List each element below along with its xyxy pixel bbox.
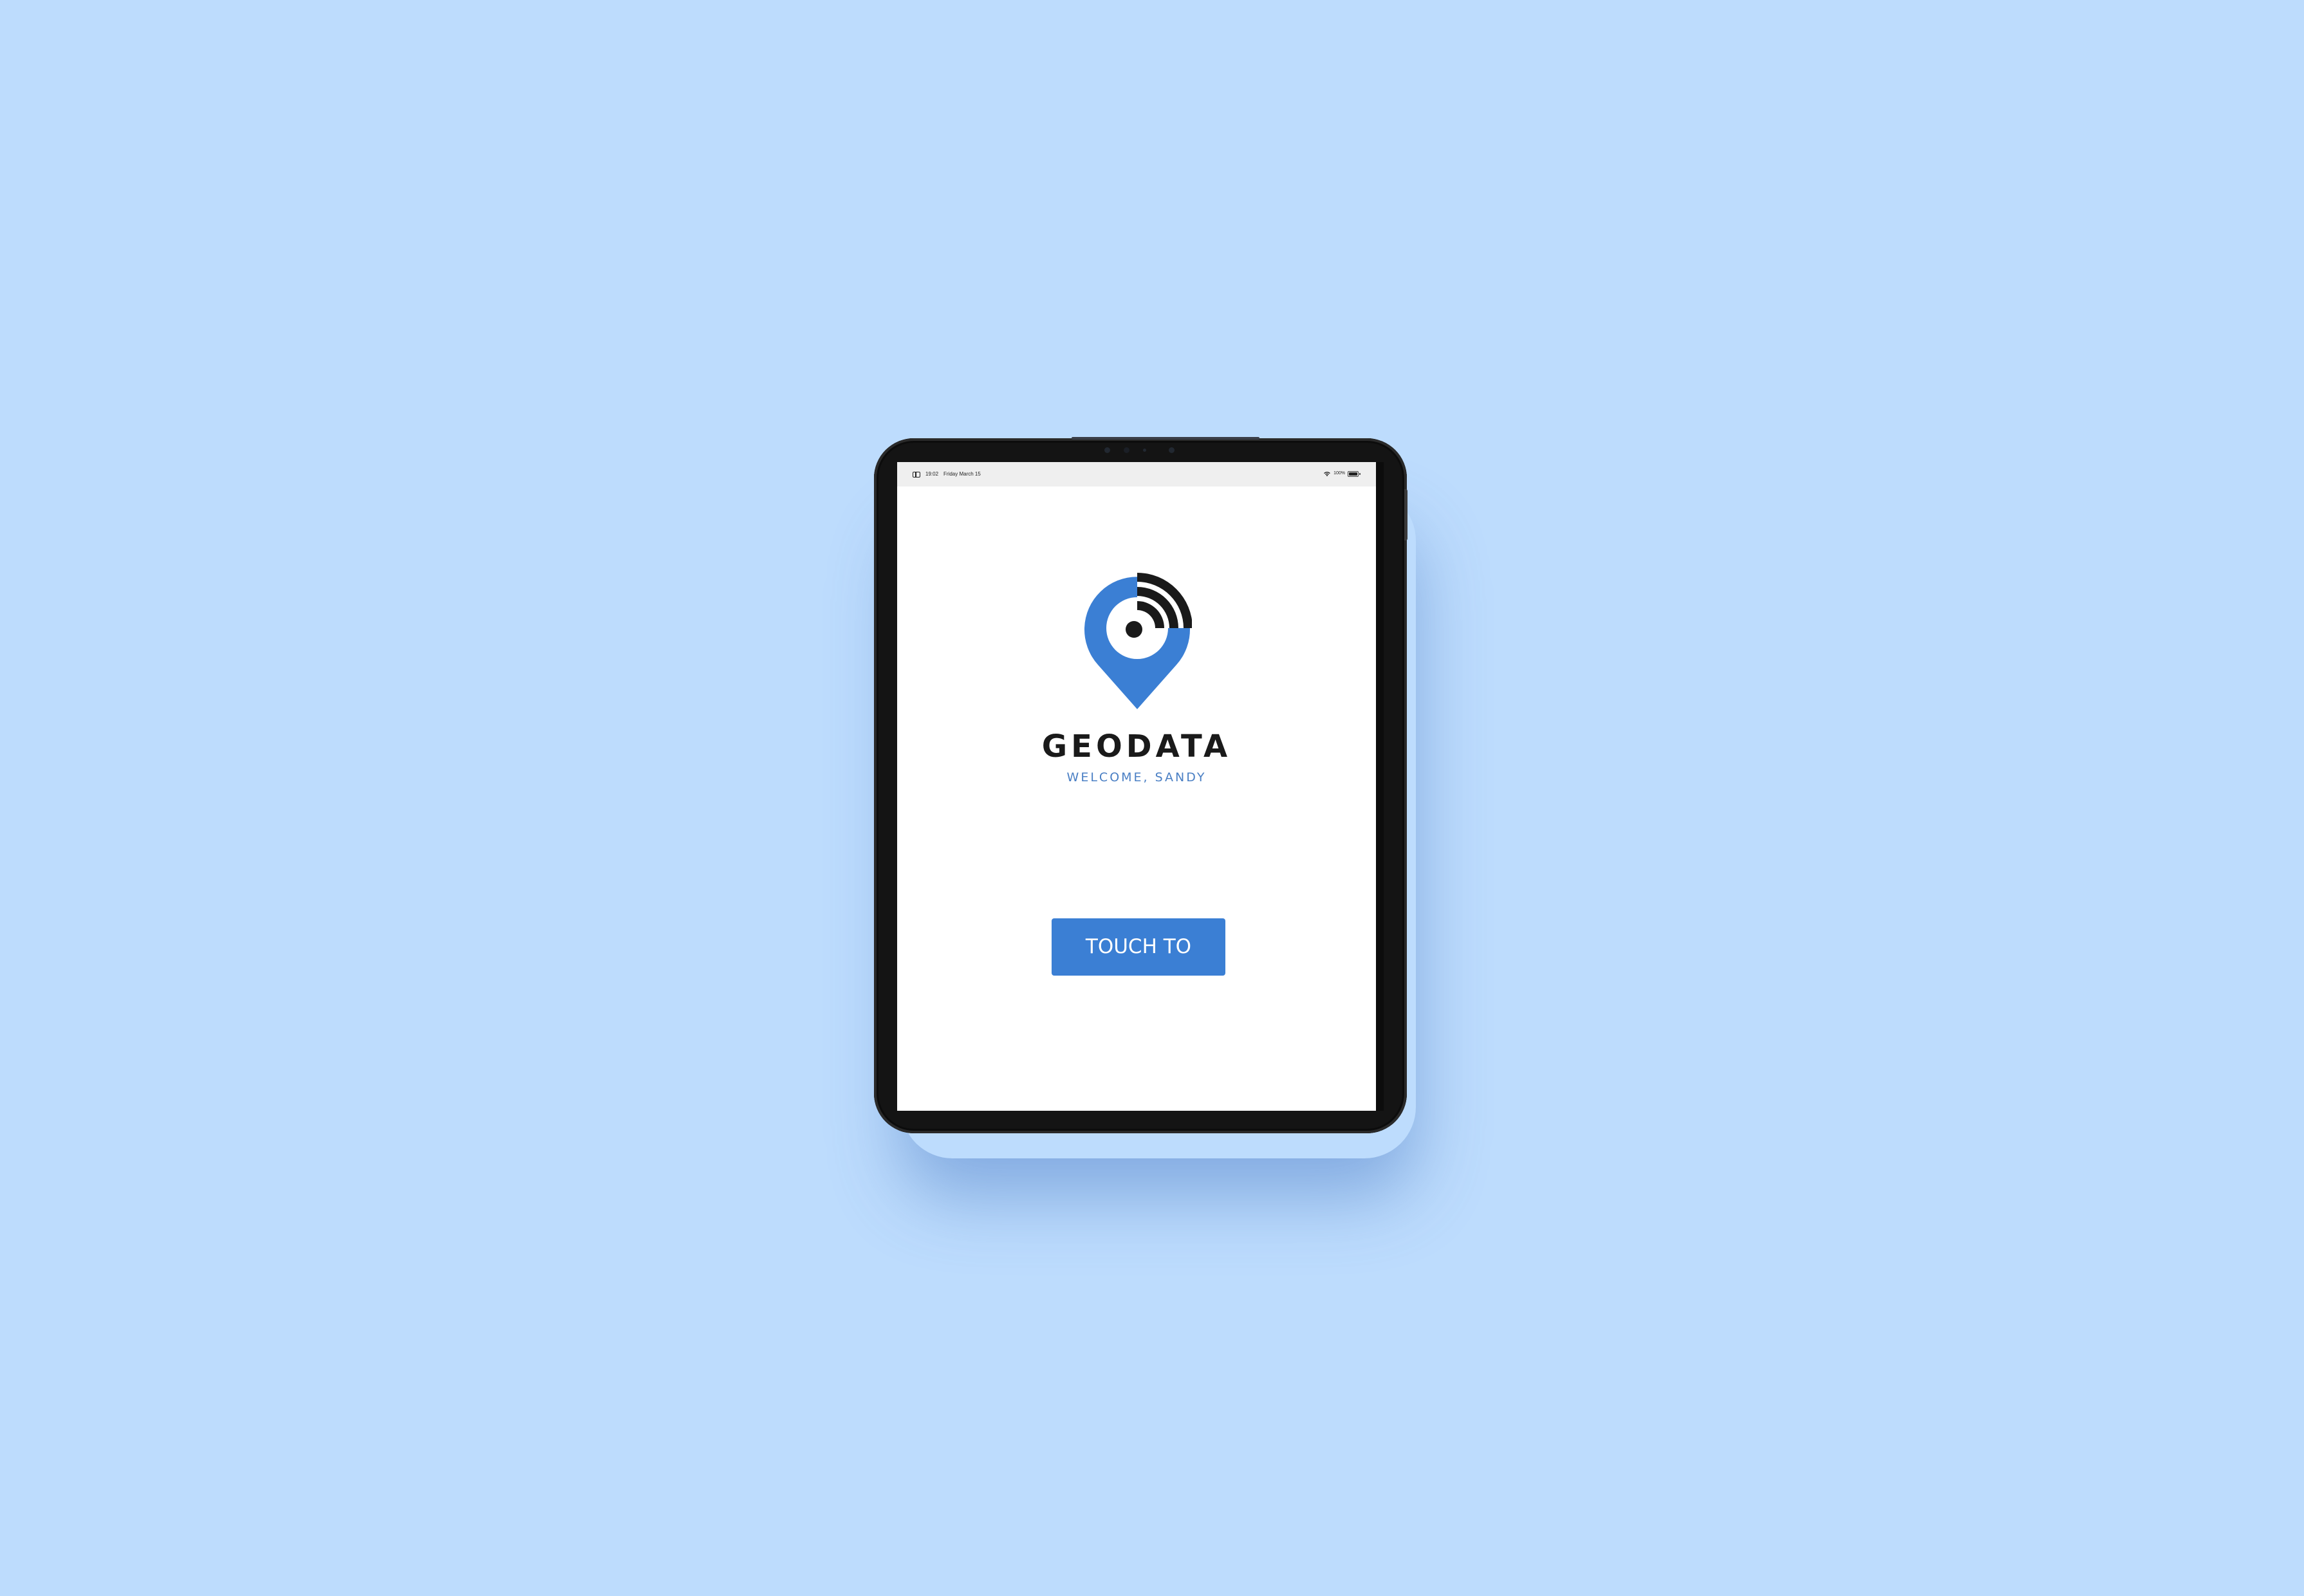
status-time: 19:02 bbox=[925, 471, 939, 477]
brand-name: GEODATA bbox=[1041, 728, 1232, 765]
battery-percent: 100% bbox=[1333, 471, 1345, 476]
camera-sensor-dot bbox=[1104, 447, 1110, 453]
battery-fill bbox=[1349, 472, 1357, 476]
camera-small-dot bbox=[1143, 449, 1146, 452]
status-bar: 19:02 Friday March 15 100% bbox=[897, 462, 1376, 487]
status-left: 19:02 Friday March 15 bbox=[913, 471, 981, 478]
wifi-icon bbox=[1324, 472, 1330, 477]
tablet-side-button bbox=[1404, 489, 1407, 541]
tablet-screen: 19:02 Friday March 15 100% GEODATA WELCO… bbox=[897, 462, 1376, 1111]
battery-body bbox=[1348, 470, 1359, 477]
battery-icon bbox=[1348, 470, 1361, 477]
camera-area bbox=[1098, 446, 1182, 455]
location-pin-signal-logo bbox=[1084, 571, 1192, 709]
status-right: 100% bbox=[1323, 470, 1361, 477]
camera-lens-dot bbox=[1124, 447, 1129, 453]
tablet-top-edge bbox=[1072, 437, 1259, 440]
touch-to-begin-button[interactable]: TOUCH TO BEGIN bbox=[1052, 918, 1225, 1016]
welcome-message: WELCOME, SANDY bbox=[1066, 770, 1207, 784]
sidebar-icon[interactable] bbox=[913, 471, 920, 478]
screen-bezel-edge bbox=[1376, 462, 1384, 1111]
scene: 19:02 Friday March 15 100% GEODATA WELCO… bbox=[0, 0, 2304, 1596]
camera-sensor-dot bbox=[1169, 447, 1175, 453]
status-date: Friday March 15 bbox=[943, 471, 981, 477]
battery-tip bbox=[1359, 472, 1361, 475]
